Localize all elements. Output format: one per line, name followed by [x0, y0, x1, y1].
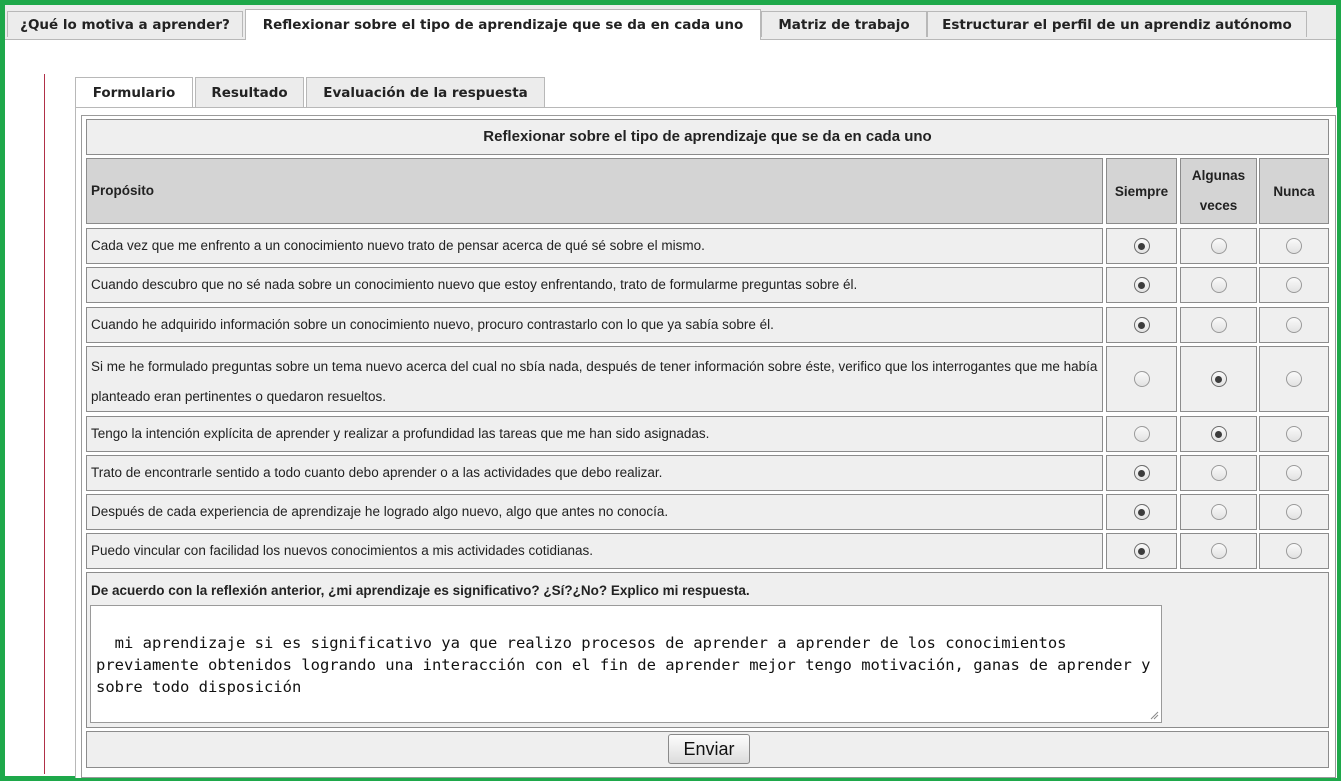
radio-cell-nunca [1259, 346, 1329, 412]
radio-cell-siempre [1106, 346, 1177, 412]
answer-text: mi aprendizaje si es significativo ya qu… [96, 634, 1160, 696]
radio-siempre[interactable] [1133, 317, 1150, 333]
radio-cell-algunas [1180, 533, 1257, 569]
purpose-row-text: Si me he formulado preguntas sobre un te… [86, 346, 1103, 412]
radio-cell-siempre [1106, 307, 1177, 343]
purpose-row-text: Tengo la intención explícita de aprender… [86, 416, 1103, 452]
radio-cell-nunca [1259, 228, 1329, 264]
radio-nunca[interactable] [1286, 238, 1302, 254]
header-proposito: Propósito [86, 158, 1103, 224]
purpose-text: Si me he formulado preguntas sobre un te… [91, 359, 1098, 404]
radio-algunas[interactable] [1210, 543, 1227, 559]
radio-cell-siempre [1106, 267, 1177, 303]
header-algunas-veces: Algunas veces [1180, 158, 1257, 224]
radio-cell-nunca [1259, 416, 1329, 452]
radio-nunca[interactable] [1286, 317, 1302, 333]
radio-algunas[interactable] [1210, 371, 1227, 387]
radio-cell-algunas [1180, 346, 1257, 412]
radio-cell-algunas [1180, 267, 1257, 303]
radio-cell-algunas [1180, 416, 1257, 452]
radio-algunas[interactable] [1210, 465, 1227, 481]
answer-textarea[interactable]: mi aprendizaje si es significativo ya qu… [90, 605, 1162, 723]
purpose-row-text: Cada vez que me enfrento a un conocimien… [86, 228, 1103, 264]
form-title: Reflexionar sobre el tipo de aprendizaje… [86, 119, 1329, 155]
tab-evaluacion-respuesta[interactable]: Evaluación de la respuesta [306, 77, 545, 107]
radio-nunca[interactable] [1286, 371, 1302, 387]
radio-algunas[interactable] [1210, 277, 1227, 293]
tab-estructurar-perfil[interactable]: Estructurar el perfil de un aprendiz aut… [927, 11, 1307, 37]
tab-que-lo-motiva[interactable]: ¿Qué lo motiva a aprender? [7, 11, 243, 37]
radio-nunca[interactable] [1286, 277, 1302, 293]
question-label: De acuerdo con la reflexión anterior, ¿m… [91, 583, 750, 598]
resize-grip-icon[interactable] [1149, 710, 1159, 720]
purpose-row-text: Después de cada experiencia de aprendiza… [86, 494, 1103, 530]
radio-cell-siempre [1106, 494, 1177, 530]
radio-cell-nunca [1259, 533, 1329, 569]
radio-siempre[interactable] [1133, 504, 1150, 520]
purpose-text: Después de cada experiencia de aprendiza… [91, 504, 669, 519]
purpose-row-text: Puedo vincular con facilidad los nuevos … [86, 533, 1103, 569]
radio-cell-algunas [1180, 494, 1257, 530]
radio-cell-nunca [1259, 455, 1329, 491]
radio-algunas[interactable] [1210, 504, 1227, 520]
top-tab-bar: ¿Qué lo motiva a aprender? Reflexionar s… [5, 5, 1336, 40]
purpose-row-text: Cuando descubro que no sé nada sobre un … [86, 267, 1103, 303]
radio-cell-siempre [1106, 455, 1177, 491]
radio-algunas[interactable] [1210, 238, 1227, 254]
radio-siempre[interactable] [1133, 543, 1150, 559]
radio-siempre[interactable] [1133, 426, 1150, 442]
tab-resultado[interactable]: Resultado [195, 77, 304, 107]
purpose-row-text: Trato de encontrarle sentido a todo cuan… [86, 455, 1103, 491]
submit-button[interactable]: Enviar [668, 734, 750, 764]
radio-cell-algunas [1180, 228, 1257, 264]
header-nunca: Nunca [1259, 158, 1329, 224]
radio-nunca[interactable] [1286, 504, 1302, 520]
radio-siempre[interactable] [1133, 277, 1150, 293]
radio-cell-nunca [1259, 494, 1329, 530]
purpose-text: Tengo la intención explícita de aprender… [91, 426, 710, 441]
radio-cell-algunas [1180, 455, 1257, 491]
purpose-text: Cuando descubro que no sé nada sobre un … [91, 277, 858, 292]
header-siempre: Siempre [1106, 158, 1177, 224]
radio-algunas[interactable] [1210, 317, 1227, 333]
radio-siempre[interactable] [1133, 465, 1150, 481]
radio-algunas[interactable] [1210, 426, 1227, 442]
purpose-text: Cada vez que me enfrento a un conocimien… [91, 238, 705, 253]
tab-reflexionar[interactable]: Reflexionar sobre el tipo de aprendizaje… [245, 9, 761, 40]
left-margin-line [44, 74, 45, 774]
purpose-row-text: Cuando he adquirido información sobre un… [86, 307, 1103, 343]
radio-cell-nunca [1259, 267, 1329, 303]
purpose-text: Cuando he adquirido información sobre un… [91, 317, 774, 332]
radio-cell-algunas [1180, 307, 1257, 343]
radio-cell-siempre [1106, 228, 1177, 264]
radio-cell-siempre [1106, 416, 1177, 452]
radio-nunca[interactable] [1286, 426, 1302, 442]
radio-nunca[interactable] [1286, 543, 1302, 559]
tab-matriz-de-trabajo[interactable]: Matriz de trabajo [761, 11, 927, 37]
radio-cell-siempre [1106, 533, 1177, 569]
purpose-text: Trato de encontrarle sentido a todo cuan… [91, 465, 663, 480]
radio-nunca[interactable] [1286, 465, 1302, 481]
radio-siempre[interactable] [1133, 238, 1150, 254]
tab-formulario[interactable]: Formulario [75, 77, 193, 109]
purpose-text: Puedo vincular con facilidad los nuevos … [91, 543, 594, 558]
radio-cell-nunca [1259, 307, 1329, 343]
radio-siempre[interactable] [1133, 371, 1150, 387]
